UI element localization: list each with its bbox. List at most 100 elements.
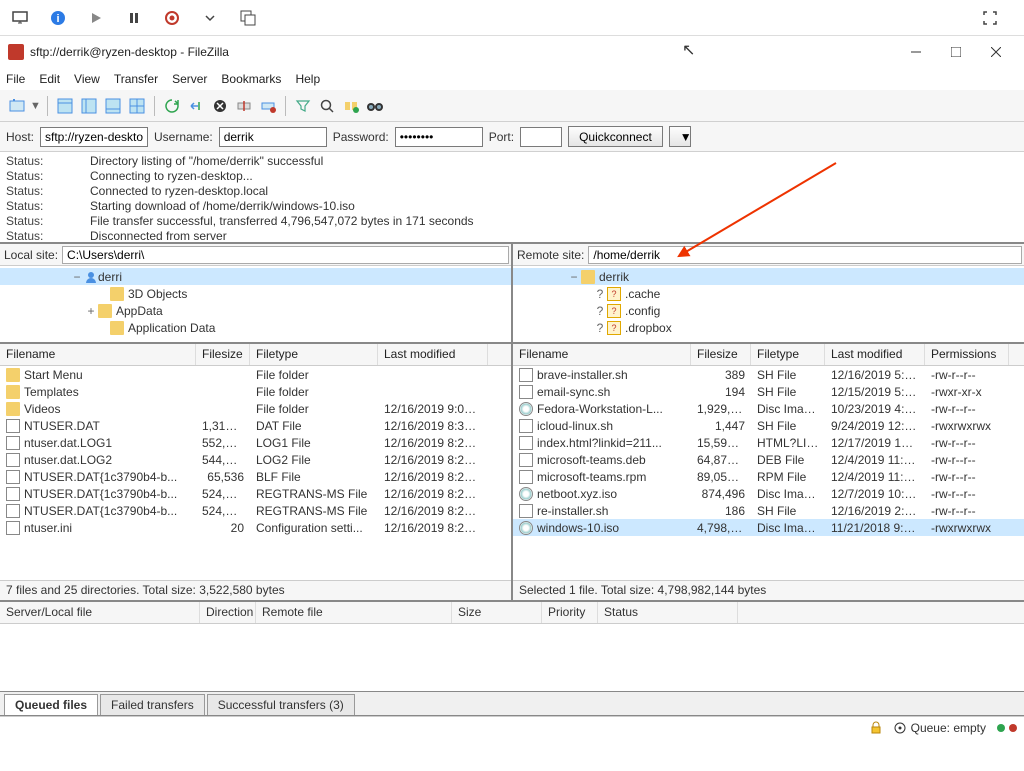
info-icon[interactable]: i [46, 6, 70, 30]
windows-icon[interactable] [236, 6, 260, 30]
remote-tree[interactable]: −derrik??.cache??.config??.dropbox [513, 266, 1024, 344]
queue-tab[interactable]: Queued files [4, 694, 98, 715]
local-file-table[interactable]: FilenameFilesizeFiletypeLast modified St… [0, 344, 511, 580]
record-icon[interactable] [160, 6, 184, 30]
dropdown-icon[interactable] [198, 6, 222, 30]
queue-body[interactable] [0, 624, 1024, 691]
file-row[interactable]: TemplatesFile folder [0, 383, 511, 400]
local-site-input[interactable] [62, 246, 509, 264]
tree-expander[interactable]: ? [593, 287, 607, 301]
tree-expander[interactable]: − [567, 270, 581, 284]
file-row[interactable]: VideosFile folder12/16/2019 9:02:59... [0, 400, 511, 417]
file-row[interactable]: NTUSER.DAT1,310,720DAT File12/16/2019 8:… [0, 417, 511, 434]
tree-item[interactable]: ??.dropbox [513, 319, 1024, 336]
tree-item[interactable]: −derrik [513, 268, 1024, 285]
process-queue-icon[interactable] [185, 95, 207, 117]
column-header[interactable]: Direction [200, 602, 256, 623]
column-header[interactable]: Remote file [256, 602, 452, 623]
close-button[interactable] [976, 38, 1016, 66]
tree-item[interactable]: ??.config [513, 302, 1024, 319]
file-row[interactable]: NTUSER.DAT{1c3790b4-b...524,288REGTRANS-… [0, 502, 511, 519]
site-manager-icon[interactable] [6, 95, 28, 117]
minimize-button[interactable] [896, 38, 936, 66]
tree-expander[interactable]: ? [593, 304, 607, 318]
menu-file[interactable]: File [6, 72, 25, 86]
tree-item[interactable]: 3D Objects [0, 285, 511, 302]
file-row[interactable]: ntuser.dat.LOG1552,960LOG1 File12/16/201… [0, 434, 511, 451]
file-row[interactable]: brave-installer.sh389SH File12/16/2019 5… [513, 366, 1024, 383]
pause-icon[interactable] [122, 6, 146, 30]
column-header[interactable]: Priority [542, 602, 598, 623]
fullscreen-icon[interactable] [978, 6, 1002, 30]
tree-item[interactable]: +AppData [0, 302, 511, 319]
column-header[interactable]: Filesize [196, 344, 250, 365]
toggle-tree-icon[interactable] [78, 95, 100, 117]
tree-item[interactable]: −derri [0, 268, 511, 285]
menu-help[interactable]: Help [295, 72, 320, 86]
menu-view[interactable]: View [74, 72, 100, 86]
column-header[interactable]: Filesize [691, 344, 751, 365]
file-row[interactable]: ntuser.ini20Configuration setti...12/16/… [0, 519, 511, 536]
remote-site-input[interactable] [588, 246, 1022, 264]
column-header[interactable]: Filetype [250, 344, 378, 365]
port-input[interactable] [520, 127, 562, 147]
reconnect-icon[interactable] [257, 95, 279, 117]
monitor-icon[interactable] [8, 6, 32, 30]
tree-expander[interactable]: ? [593, 321, 607, 335]
tree-item[interactable]: ??.cache [513, 285, 1024, 302]
cancel-icon[interactable] [209, 95, 231, 117]
host-input[interactable] [40, 127, 148, 147]
refresh-icon[interactable] [161, 95, 183, 117]
queue-tab[interactable]: Successful transfers (3) [207, 694, 355, 715]
username-input[interactable] [219, 127, 327, 147]
toggle-sync-icon[interactable] [126, 95, 148, 117]
toggle-queue-icon[interactable] [102, 95, 124, 117]
quickconnect-button[interactable]: Quickconnect [568, 126, 663, 147]
file-row[interactable]: microsoft-teams.rpm89,055,321RPM File12/… [513, 468, 1024, 485]
column-header[interactable]: Filename [0, 344, 196, 365]
file-row[interactable]: icloud-linux.sh1,447SH File9/24/2019 12:… [513, 417, 1024, 434]
file-row[interactable]: index.html?linkid=211...15,597,200HTML?L… [513, 434, 1024, 451]
file-row[interactable]: windows-10.iso4,798,982,...Disc Image...… [513, 519, 1024, 536]
column-header[interactable]: Server/Local file [0, 602, 200, 623]
log-panel[interactable]: Status:Directory listing of "/home/derri… [0, 152, 1024, 244]
password-input[interactable] [395, 127, 483, 147]
play-icon[interactable] [84, 6, 108, 30]
binoculars-icon[interactable] [364, 95, 386, 117]
file-row[interactable]: netboot.xyz.iso874,496Disc Image...12/7/… [513, 485, 1024, 502]
column-header[interactable]: Size [452, 602, 542, 623]
file-row[interactable]: ntuser.dat.LOG2544,768LOG2 File12/16/201… [0, 451, 511, 468]
search-icon[interactable] [316, 95, 338, 117]
file-name: NTUSER.DAT{1c3790b4-b... [24, 470, 177, 484]
file-row[interactable]: Fedora-Workstation-L...1,929,379,...Disc… [513, 400, 1024, 417]
filter-icon[interactable] [292, 95, 314, 117]
file-row[interactable]: Start MenuFile folder [0, 366, 511, 383]
remote-file-table[interactable]: FilenameFilesizeFiletypeLast modifiedPer… [513, 344, 1024, 580]
menu-edit[interactable]: Edit [39, 72, 60, 86]
file-name: email-sync.sh [537, 385, 610, 399]
menu-transfer[interactable]: Transfer [114, 72, 158, 86]
tree-expander[interactable]: + [84, 304, 98, 318]
maximize-button[interactable] [936, 38, 976, 66]
quickconnect-dropdown[interactable]: ▼ [669, 126, 691, 147]
column-header[interactable]: Permissions [925, 344, 1009, 365]
file-row[interactable]: NTUSER.DAT{1c3790b4-b...65,536BLF File12… [0, 468, 511, 485]
file-row[interactable]: microsoft-teams.deb64,874,490DEB File12/… [513, 451, 1024, 468]
column-header[interactable]: Filetype [751, 344, 825, 365]
file-row[interactable]: email-sync.sh194SH File12/15/2019 5:2...… [513, 383, 1024, 400]
toggle-log-icon[interactable] [54, 95, 76, 117]
disconnect-icon[interactable] [233, 95, 255, 117]
tree-item[interactable]: Application Data [0, 319, 511, 336]
menu-server[interactable]: Server [172, 72, 207, 86]
queue-tab[interactable]: Failed transfers [100, 694, 205, 715]
column-header[interactable]: Status [598, 602, 738, 623]
column-header[interactable]: Last modified [825, 344, 925, 365]
local-tree[interactable]: −derri3D Objects+AppDataApplication Data [0, 266, 511, 344]
column-header[interactable]: Filename [513, 344, 691, 365]
file-row[interactable]: re-installer.sh186SH File12/16/2019 2:4.… [513, 502, 1024, 519]
compare-icon[interactable] [340, 95, 362, 117]
file-row[interactable]: NTUSER.DAT{1c3790b4-b...524,288REGTRANS-… [0, 485, 511, 502]
menu-bookmarks[interactable]: Bookmarks [221, 72, 281, 86]
tree-expander[interactable]: − [70, 270, 84, 284]
column-header[interactable]: Last modified [378, 344, 488, 365]
